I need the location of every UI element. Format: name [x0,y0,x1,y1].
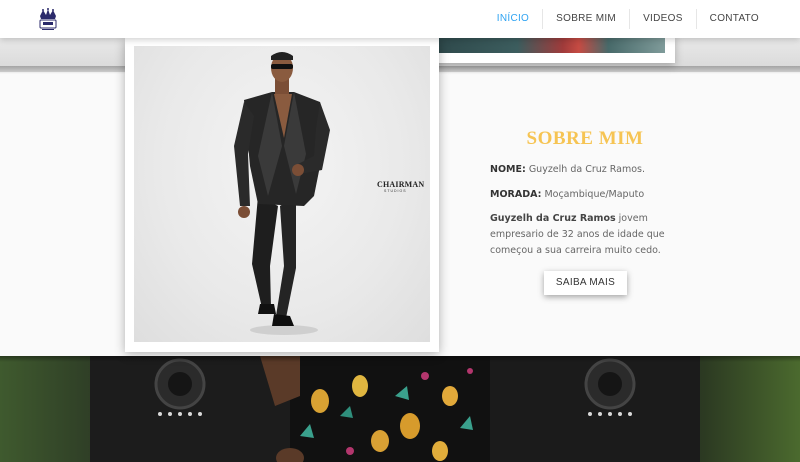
name-value: Guyzelh da Cruz Ramos. [528,164,646,175]
portrait-frame: CHAIRMAN STUDIOS [125,38,439,352]
address-value: Moçambique/Maputo [544,189,645,200]
name-label: NOME: [490,164,526,175]
bottom-section-shadow [0,356,800,362]
about-title: SOBRE MIM [526,128,644,149]
address-label: MORADA: [490,189,542,200]
crown-logo-icon[interactable] [38,7,58,31]
saiba-mais-button[interactable]: SAIBA MAIS [544,271,627,295]
name-line: NOME: Guyzelh da Cruz Ramos. [490,164,645,175]
nav-contato[interactable]: CONTATO [695,9,772,29]
studio-logo: CHAIRMAN [377,180,425,189]
nav-sobre-mim[interactable]: SOBRE MIM [542,9,629,29]
main-nav: INÍCIO SOBRE MIM VIDEOS CONTATO [484,0,772,38]
nav-inicio[interactable]: INÍCIO [484,9,542,29]
address-line: MORADA: Moçambique/Maputo [490,189,644,200]
video-section-background [0,356,800,462]
nav-videos[interactable]: VIDEOS [629,9,696,29]
site-header: INÍCIO SOBRE MIM VIDEOS CONTATO [0,0,800,38]
studio-logo-sub: STUDIOS [384,189,407,193]
portrait-photo: CHAIRMAN STUDIOS [134,46,430,342]
bio-name: Guyzelh da Cruz Ramos [490,213,616,224]
bio-paragraph: Guyzelh da Cruz Ramos jovem empresario d… [490,211,695,259]
